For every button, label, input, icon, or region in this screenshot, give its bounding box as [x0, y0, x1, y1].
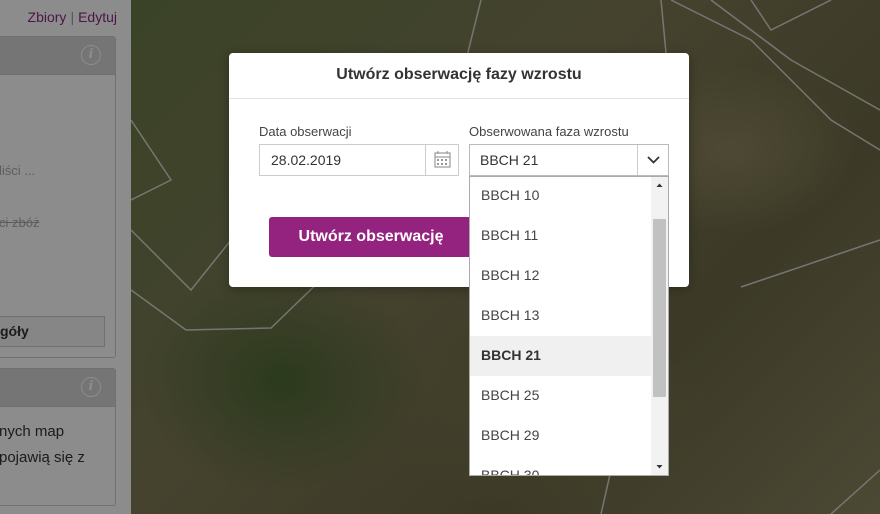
dropdown-option[interactable]: BBCH 29	[470, 416, 652, 456]
dropdown-scrollbar[interactable]	[651, 177, 668, 475]
date-input[interactable]	[260, 145, 426, 175]
triangle-up-icon[interactable]	[651, 177, 668, 194]
calendar-icon[interactable]	[425, 145, 458, 175]
triangle-down-icon[interactable]	[651, 458, 668, 475]
chevron-down-icon[interactable]	[637, 145, 668, 175]
dropdown-items: BBCH 10 BBCH 11 BBCH 12 BBCH 13 BBCH 21 BBCH …	[470, 177, 652, 475]
phase-select[interactable]: BBCH 21	[469, 144, 669, 176]
date-field[interactable]	[259, 144, 459, 176]
create-observation-button[interactable]: Utwórz obserwację	[269, 217, 473, 257]
phase-select-value: BBCH 21	[480, 152, 539, 168]
dropdown-option[interactable]: BBCH 25	[470, 376, 652, 416]
dropdown-option[interactable]: BBCH 21	[470, 336, 652, 376]
dialog-title: Utwórz obserwację fazy wzrostu	[229, 53, 689, 99]
dropdown-option[interactable]: BBCH 11	[470, 216, 652, 256]
dropdown-option[interactable]: BBCH 13	[470, 296, 652, 336]
dropdown-option[interactable]: BBCH 30	[470, 456, 652, 475]
phase-label: Obserwowana faza wzrostu	[469, 124, 629, 139]
phase-dropdown-list[interactable]: BBCH 10 BBCH 11 BBCH 12 BBCH 13 BBCH 21 BBCH …	[469, 176, 669, 476]
dropdown-option[interactable]: BBCH 10	[470, 177, 652, 216]
dropdown-option[interactable]: BBCH 12	[470, 256, 652, 296]
scroll-thumb[interactable]	[653, 219, 666, 397]
date-label: Data obserwacji	[259, 124, 352, 139]
